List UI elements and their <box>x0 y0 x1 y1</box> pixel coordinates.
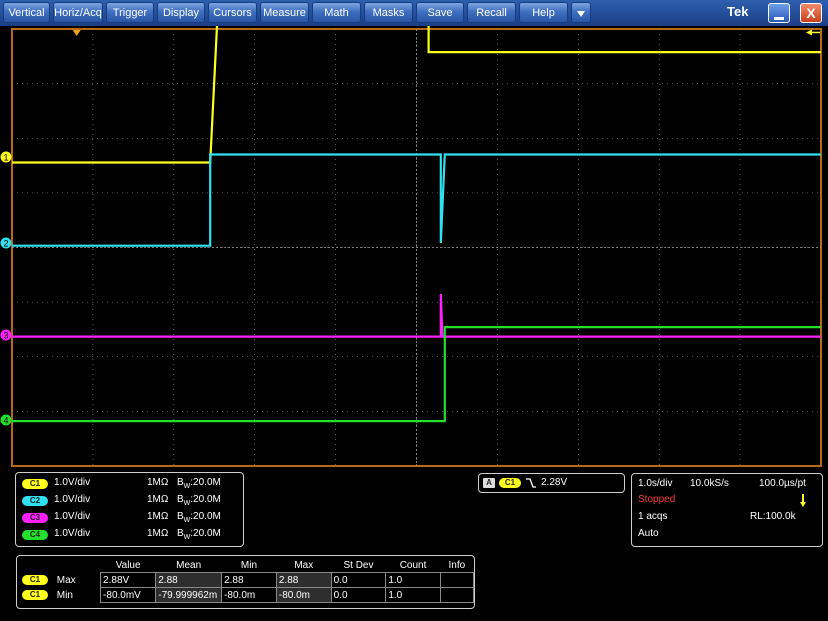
falling-edge-icon <box>526 478 536 488</box>
close-button[interactable]: X <box>800 3 822 23</box>
trigger-marker-icon <box>800 494 806 507</box>
table-cell: -80.0mV <box>100 587 157 603</box>
menu-masks-button[interactable]: Masks <box>364 2 413 23</box>
menu-horiz-acq-button[interactable]: Horiz/Acq <box>53 2 103 23</box>
bw-value: :20.0M <box>190 511 221 522</box>
column-header: Min <box>240 559 258 571</box>
table-cell: -80.0m <box>275 587 332 603</box>
menu-cursors-button[interactable]: Cursors <box>208 2 257 23</box>
measurement-source-badge: C1 <box>22 574 48 585</box>
table-cell: 1.0 <box>385 587 441 603</box>
row-label-cell: C1 Min <box>20 588 101 603</box>
channel-bandwidth: BW:20.0M <box>177 511 221 524</box>
bw-prefix: B <box>177 511 184 522</box>
minimize-button[interactable] <box>768 3 790 23</box>
waveform-display[interactable]: 1 2 3 4 <box>0 26 828 469</box>
channel-scale: 1.0V/div <box>54 528 91 539</box>
channel-badge: C4 <box>22 530 48 540</box>
channel-badge: C1 <box>22 479 48 489</box>
channel-badge: C2 <box>22 496 48 506</box>
bw-value: :20.0M <box>190 477 221 488</box>
ch2-ground-marker: 2 <box>0 237 12 249</box>
table-cell: 2.88 <box>155 572 223 588</box>
table-cell: 0.0 <box>330 587 387 603</box>
table-cell <box>439 572 475 588</box>
table-cell: 0.0 <box>330 572 387 588</box>
trigger-level: 2.28V <box>541 477 568 488</box>
channel-bandwidth: BW:20.0M <box>177 494 221 507</box>
table-cell: -80.0m <box>221 587 277 603</box>
svg-text:2: 2 <box>3 239 8 249</box>
channel-impedance: 1MΩ <box>147 477 169 488</box>
channel-scale: 1.0V/div <box>54 511 91 522</box>
time-per-point: 100.0µs/pt <box>759 478 806 489</box>
sample-rate: 10.0kS/s <box>690 478 729 489</box>
acquisition-state: Stopped <box>638 494 676 505</box>
timebase-panel[interactable]: 1.0s/div 10.0kS/s 100.0µs/pt Stopped 1 a… <box>631 473 823 547</box>
measurement-label: Min <box>56 589 73 601</box>
acquisition-count: 1 acqs <box>638 511 668 522</box>
bw-value: :20.0M <box>190 528 221 539</box>
measurement-source-badge: C1 <box>22 589 48 600</box>
channel-bandwidth: BW:20.0M <box>177 477 221 490</box>
measurement-label: Max <box>56 574 76 586</box>
ch1-ground-marker: 1 <box>0 151 12 163</box>
table-cell: -79.999962m <box>155 587 223 603</box>
trigger-channel-badge: C1 <box>499 478 521 488</box>
table-cell: 2.88V <box>100 572 157 588</box>
column-header: St Dev <box>343 559 374 571</box>
table-cell <box>439 587 475 603</box>
menu-bar: Vertical Horiz/Acq Trigger Display Cursors Me… <box>0 0 828 26</box>
menu-measure-button[interactable]: Measure <box>260 2 309 23</box>
record-length: RL:100.0k <box>750 511 796 522</box>
bw-value: :20.0M <box>190 494 221 505</box>
channel-impedance: 1MΩ <box>147 511 169 522</box>
trigger-mode: Auto <box>638 528 659 539</box>
time-per-div: 1.0s/div <box>638 478 673 489</box>
svg-text:4: 4 <box>3 416 8 426</box>
column-header: Info <box>448 559 466 571</box>
table-row[interactable]: C1 Min -80.0mV -79.999962m -80.0m -80.0m 0.0 1… <box>20 587 475 603</box>
menu-save-button[interactable]: Save <box>416 2 464 23</box>
bw-prefix: B <box>177 494 184 505</box>
channel-impedance: 1MΩ <box>147 528 169 539</box>
triangle-down-icon <box>577 11 585 17</box>
ch3-ground-marker: 3 <box>0 329 12 341</box>
channel-badge: C3 <box>22 513 48 523</box>
table-row[interactable]: C1 Max 2.88V 2.88 2.88 2.88 0.0 1.0 <box>20 572 475 588</box>
trigger-source-badge: A <box>483 478 495 488</box>
channel-settings-panel[interactable]: C1 1.0V/div 1MΩ BW:20.0M C2 1.0V/div 1MΩ BW:20.… <box>15 472 244 547</box>
bw-prefix: B <box>177 528 184 539</box>
table-cell: 2.88 <box>221 572 277 588</box>
column-header: Value <box>115 559 141 571</box>
measurement-panel[interactable]: Value Mean Min Max St Dev Count Info C1 Max 2.8… <box>16 555 475 609</box>
ch4-ground-marker: 4 <box>0 414 12 426</box>
channel-bandwidth: BW:20.0M <box>177 528 221 541</box>
menu-help-button[interactable]: Help <box>519 2 568 23</box>
channel-scale: 1.0V/div <box>54 494 91 505</box>
svg-text:3: 3 <box>3 331 8 341</box>
menu-trigger-button[interactable]: Trigger <box>106 2 154 23</box>
channel-impedance: 1MΩ <box>147 494 169 505</box>
column-header: Mean <box>176 559 202 571</box>
column-header: Max <box>294 559 314 571</box>
menu-vertical-button[interactable]: Vertical <box>3 2 50 23</box>
svg-text:1: 1 <box>3 153 8 163</box>
bw-prefix: B <box>177 477 184 488</box>
minimize-icon <box>774 17 784 20</box>
table-cell: 2.88 <box>275 572 332 588</box>
column-header: Count <box>399 559 427 571</box>
table-header-row-label <box>20 558 101 573</box>
menu-overflow-button[interactable] <box>571 2 591 23</box>
trigger-readout[interactable]: A C1 2.28V <box>478 473 625 493</box>
menu-display-button[interactable]: Display <box>157 2 205 23</box>
row-label-cell: C1 Max <box>20 573 101 588</box>
brand-label: Tek <box>727 4 749 19</box>
measurement-table: Value Mean Min Max St Dev Count Info C1 Max 2.8… <box>20 558 475 603</box>
table-cell: 1.0 <box>385 572 441 588</box>
menu-math-button[interactable]: Math <box>312 2 361 23</box>
menu-recall-button[interactable]: Recall <box>467 2 516 23</box>
channel-scale: 1.0V/div <box>54 477 91 488</box>
